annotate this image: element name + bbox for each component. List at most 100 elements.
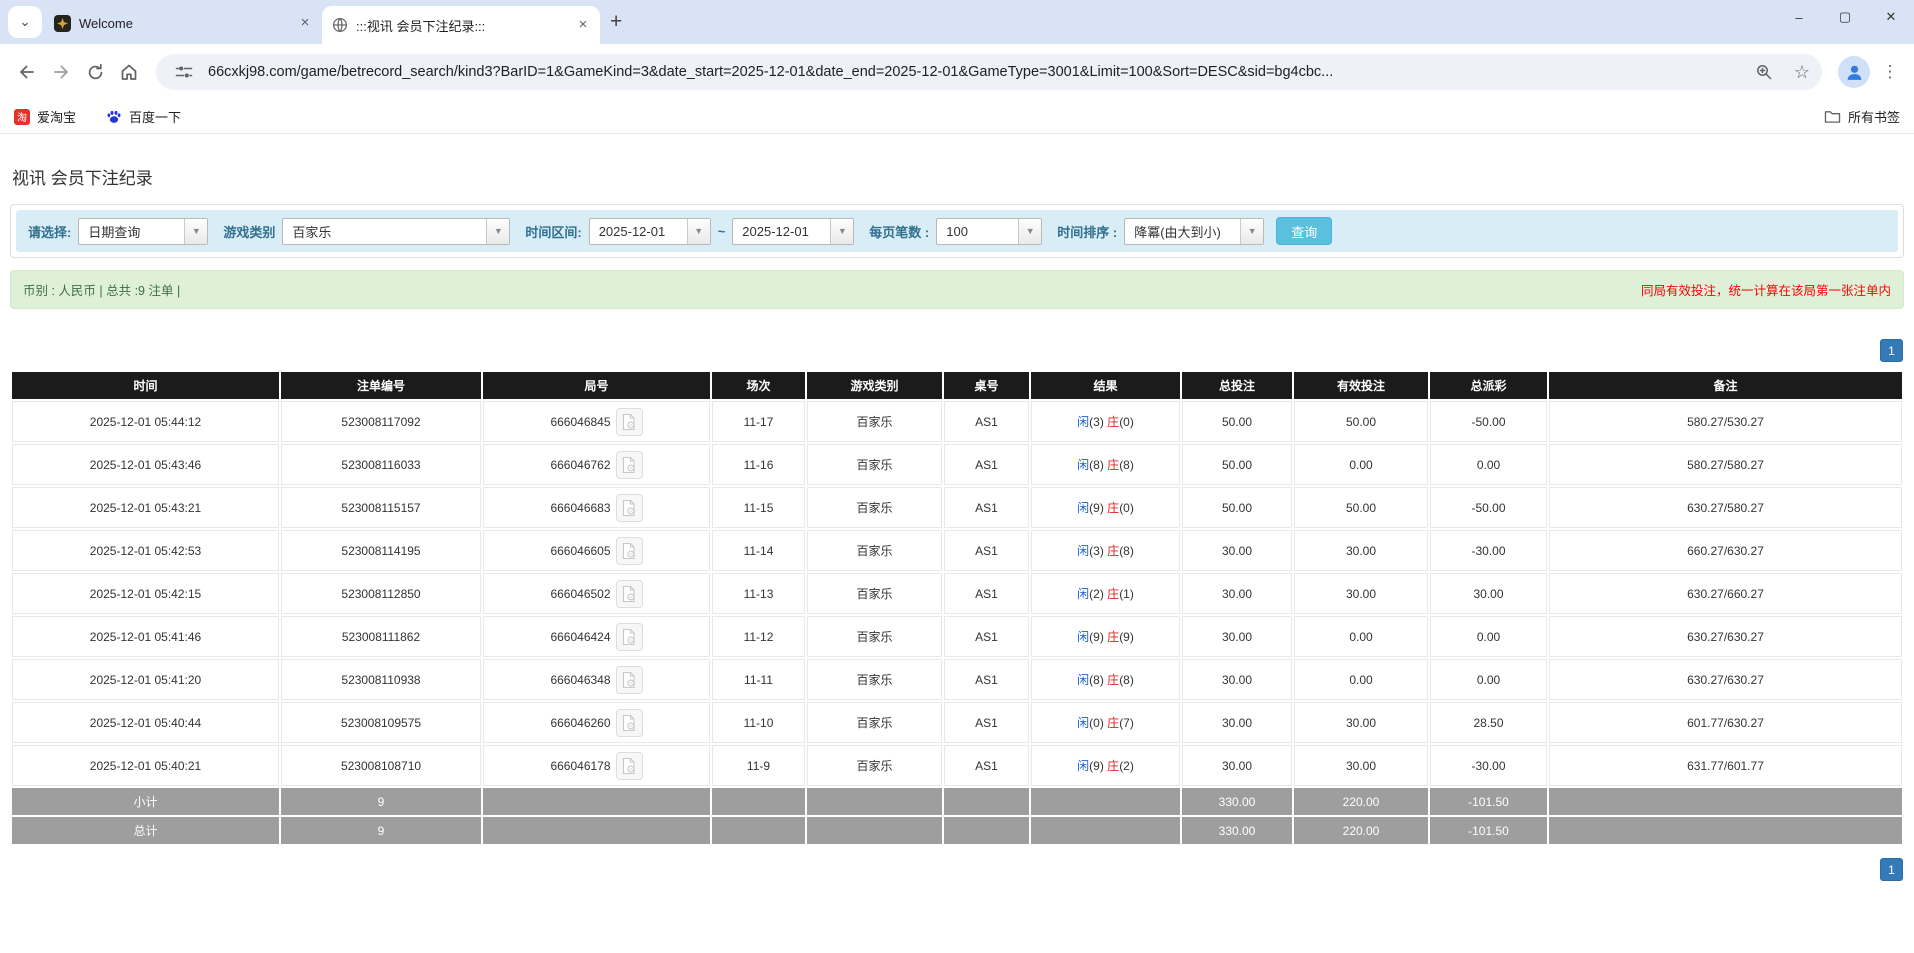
table-no: AS1 (944, 487, 1029, 528)
bookmark-aitaobao[interactable]: 淘 爱淘宝 (14, 107, 76, 126)
maximize-button[interactable]: ▢ (1822, 0, 1868, 34)
summary-label: 小计 (12, 788, 279, 815)
col-header-table: 桌号 (944, 372, 1029, 399)
sort-select[interactable]: 降冪(由大到小) ▼ (1124, 217, 1265, 245)
tab-welcome[interactable]: Welcome × (44, 6, 322, 40)
home-button[interactable] (112, 55, 146, 89)
reload-button[interactable] (78, 55, 112, 89)
game-type: 百家乐 (807, 659, 942, 700)
table-row: 2025-12-01 05:40:44 523008109575 6660462… (12, 702, 1902, 743)
chevron-down-icon[interactable]: ▼ (830, 218, 854, 244)
tab-title: Welcome (79, 15, 133, 31)
result-cell: 闲(3) 庄(8) (1031, 530, 1180, 571)
session-no: 11-10 (712, 702, 805, 743)
result-cell: 闲(9) 庄(9) (1031, 616, 1180, 657)
game-type: 百家乐 (807, 401, 942, 442)
video-record-button[interactable] (615, 407, 643, 436)
bet-table-body: 2025-12-01 05:44:12 523008117092 6660468… (12, 401, 1902, 844)
browser-toolbar: 66cxkj98.com/game/betrecord_search/kind3… (0, 44, 1914, 100)
url-text[interactable]: 66cxkj98.com/game/betrecord_search/kind3… (208, 64, 1740, 80)
bookmark-label: 百度一下 (129, 110, 182, 125)
date-start-select[interactable]: 2025-12-01 ▼ (588, 217, 711, 245)
round-id: 666046348 (550, 672, 611, 687)
video-record-button[interactable] (615, 622, 643, 651)
minimize-button[interactable]: – (1776, 0, 1822, 34)
banker-result: 庄 (1107, 458, 1120, 472)
bet-id: 523008114195 (281, 530, 481, 571)
page-1-button[interactable]: 1 (1880, 858, 1903, 881)
video-record-button[interactable] (615, 708, 643, 737)
close-window-button[interactable]: ✕ (1868, 0, 1914, 34)
bookmark-baidu[interactable]: 百度一下 (106, 107, 181, 126)
query-type-select[interactable]: 日期查询 ▼ (78, 217, 209, 245)
valid-bet: 30.00 (1294, 530, 1428, 571)
summary-valid-bet: 220.00 (1294, 817, 1428, 844)
tab-search-button[interactable]: ⌄ (8, 6, 42, 38)
col-header-total-bet: 总投注 (1182, 372, 1292, 399)
summary-valid-bet: 220.00 (1294, 788, 1428, 815)
date-end-select[interactable]: 2025-12-01 ▼ (732, 217, 855, 245)
bet-id: 523008115157 (281, 487, 481, 528)
remark: 580.27/530.27 (1549, 401, 1902, 442)
summary-row: 总计 9 330.00 220.00 -101.50 (12, 817, 1902, 844)
tab-bet-records[interactable]: :::视讯 会员下注纪录::: × (322, 6, 600, 44)
currency-summary: 币别 : 人民币 | 总共 :9 注单 | (23, 284, 181, 298)
chevron-down-icon[interactable]: ▼ (1240, 218, 1264, 244)
table-no: AS1 (944, 616, 1029, 657)
chevron-down-icon[interactable]: ▼ (686, 218, 710, 244)
page-1-button[interactable]: 1 (1880, 339, 1903, 362)
summary-payout: -101.50 (1430, 788, 1547, 815)
payout: -50.00 (1430, 487, 1547, 528)
session-no: 11-14 (712, 530, 805, 571)
table-row: 2025-12-01 05:43:21 523008115157 6660466… (12, 487, 1902, 528)
table-row: 2025-12-01 05:41:46 523008111862 6660464… (12, 616, 1902, 657)
bookmark-star-icon[interactable]: ☆ (1788, 58, 1816, 86)
round-cell: 666046260 (483, 702, 710, 743)
valid-bet: 30.00 (1294, 745, 1428, 786)
browser-menu-icon[interactable]: ⋮ (1876, 62, 1904, 82)
round-id: 666046260 (550, 715, 611, 730)
bet-id: 523008112850 (281, 573, 481, 614)
close-tab-icon[interactable]: × (574, 16, 592, 34)
round-id: 666046845 (550, 414, 611, 429)
bet-time: 2025-12-01 05:42:15 (12, 573, 279, 614)
profile-avatar[interactable] (1838, 56, 1870, 88)
remark: 580.27/580.27 (1549, 444, 1902, 485)
round-cell: 666046762 (483, 444, 710, 485)
game-type-select[interactable]: 百家乐 ▼ (282, 217, 511, 245)
session-no: 11-17 (712, 401, 805, 442)
site-settings-icon[interactable] (170, 58, 198, 86)
back-button[interactable] (10, 55, 44, 89)
video-record-button[interactable] (615, 536, 643, 565)
chevron-down-icon[interactable]: ▼ (184, 218, 208, 244)
chevron-down-icon[interactable]: ▼ (1018, 218, 1042, 244)
round-id: 666046178 (550, 758, 611, 773)
video-record-button[interactable] (615, 579, 643, 608)
forward-button[interactable] (44, 55, 78, 89)
zoom-icon[interactable] (1750, 58, 1778, 86)
video-record-button[interactable] (615, 450, 643, 479)
all-bookmarks[interactable]: 所有书签 (1824, 107, 1900, 126)
summary-count: 9 (281, 788, 481, 815)
search-button[interactable]: 查询 (1276, 217, 1333, 245)
round-cell: 666046502 (483, 573, 710, 614)
per-page-select[interactable]: 100 ▼ (936, 217, 1043, 245)
game-type: 百家乐 (807, 573, 942, 614)
video-record-button[interactable] (615, 751, 643, 780)
range-tilde: ~ (717, 223, 726, 239)
payout: 0.00 (1430, 616, 1547, 657)
col-header-time: 时间 (12, 372, 279, 399)
video-record-button[interactable] (615, 493, 643, 522)
new-tab-button[interactable]: + (610, 11, 622, 32)
table-no: AS1 (944, 530, 1029, 571)
url-bar[interactable]: 66cxkj98.com/game/betrecord_search/kind3… (156, 54, 1822, 90)
window-controls: – ▢ ✕ (1776, 0, 1914, 34)
video-record-button[interactable] (615, 665, 643, 694)
session-no: 11-13 (712, 573, 805, 614)
col-header-bet-id: 注单编号 (281, 372, 481, 399)
payout: 28.50 (1430, 702, 1547, 743)
bet-time: 2025-12-01 05:41:20 (12, 659, 279, 700)
bet-id: 523008108710 (281, 745, 481, 786)
close-tab-icon[interactable]: × (296, 14, 314, 32)
chevron-down-icon[interactable]: ▼ (486, 218, 510, 244)
